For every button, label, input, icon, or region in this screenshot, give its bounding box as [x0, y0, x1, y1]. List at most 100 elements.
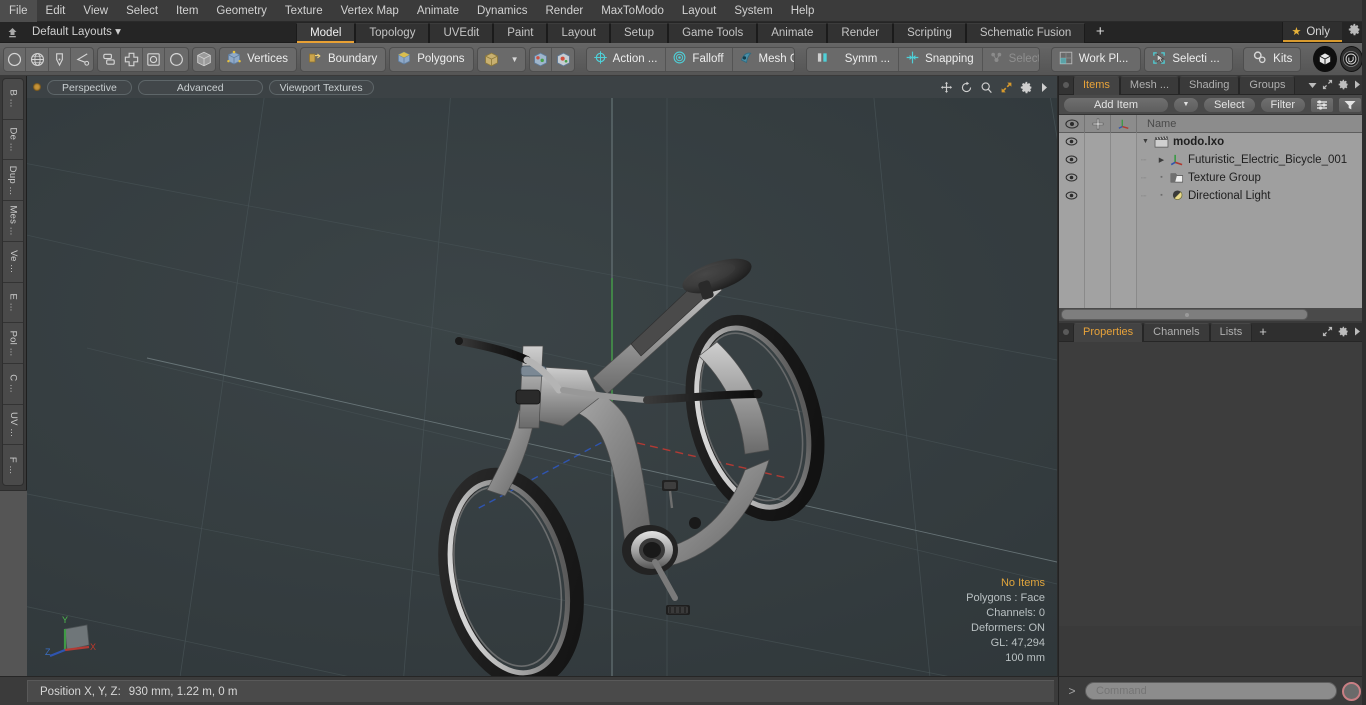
layout-tab-game-tools[interactable]: Game Tools	[668, 22, 758, 43]
eye-icon[interactable]	[1059, 186, 1085, 205]
kits-dropdown[interactable]: Kits	[1243, 46, 1302, 72]
left-tab-5[interactable]: E ...	[3, 283, 23, 324]
item-lock-cell[interactable]	[1085, 150, 1111, 169]
left-tab-8[interactable]: UV ...	[3, 405, 23, 446]
viewport-textures-dropdown[interactable]: Viewport Textures	[268, 79, 374, 95]
items-list-row-name-cell[interactable]: ▼ modo.lxo	[1137, 133, 1366, 151]
mirror-icon[interactable]	[98, 47, 121, 71]
gear-icon[interactable]	[1020, 81, 1033, 94]
eye-icon[interactable]	[1059, 114, 1085, 133]
item-locator-cell[interactable]	[1111, 186, 1137, 205]
items-panel-tab-mesh[interactable]: Mesh ...	[1119, 76, 1180, 94]
eye-icon[interactable]	[1059, 133, 1085, 151]
menu-item-geometry[interactable]: Geometry	[207, 0, 276, 22]
gear-icon[interactable]	[1338, 79, 1349, 93]
rotate-icon[interactable]	[960, 81, 973, 94]
layout-tab-scripting[interactable]: Scripting	[893, 22, 966, 43]
snapping-dropdown[interactable]: Snapping	[899, 47, 983, 71]
paint-cube-alt-icon[interactable]	[552, 48, 574, 71]
properties-menu-dot-icon[interactable]	[1059, 322, 1073, 341]
menu-item-system[interactable]: System	[725, 0, 781, 22]
curve-icon[interactable]	[71, 48, 93, 71]
chevron-right-icon[interactable]	[1354, 327, 1361, 339]
only-toggle[interactable]: ★ Only	[1282, 22, 1342, 42]
falloff-dropdown[interactable]: Falloff	[666, 47, 733, 71]
menu-item-maxtomodo[interactable]: MaxToModo	[592, 0, 673, 22]
items-panel-tab-shading[interactable]: Shading	[1179, 76, 1240, 94]
left-tab-7[interactable]: C ...	[3, 364, 23, 405]
funnel-icon[interactable]	[1338, 96, 1362, 113]
move-icon[interactable]	[940, 81, 953, 94]
selection-mode-polygons[interactable]: Polygons	[389, 46, 474, 72]
tree-expander-icon[interactable]: ▶	[1157, 156, 1166, 164]
left-tab-4[interactable]: Ve ...	[3, 242, 23, 283]
square-circle-icon[interactable]	[143, 47, 166, 71]
item-locator-cell[interactable]	[1111, 133, 1137, 151]
items-list-row[interactable]: ┈ ▶ Futuristic_Electric_Bicycle_001	[1059, 150, 1366, 169]
paint-cube-icon[interactable]	[530, 47, 552, 71]
cube-icon[interactable]	[191, 46, 217, 72]
command-input[interactable]	[1085, 682, 1337, 700]
list-options-icon[interactable]	[1310, 96, 1334, 113]
eye-icon[interactable]	[1059, 168, 1085, 187]
items-list-row[interactable]: ┈ ▪ Texture Group	[1059, 168, 1366, 187]
add-item-button[interactable]: Add Item	[1063, 96, 1169, 113]
items-panel-tab-items[interactable]: Items	[1073, 76, 1120, 95]
items-list[interactable]: ▼ modo.lxo ┈ ▶ Futuristic_Electric_Bicycle_0…	[1059, 133, 1366, 308]
items-horizontal-scrollbar[interactable]	[1061, 309, 1308, 320]
left-tab-2[interactable]: Dup ...	[3, 160, 23, 202]
default-layouts-dropdown[interactable]: Default Layouts ▾	[24, 22, 129, 43]
menu-item-render[interactable]: Render	[536, 0, 592, 22]
zoom-icon[interactable]	[980, 81, 993, 94]
selection-mode-boundary[interactable]: Boundary	[299, 46, 387, 72]
layout-tab-setup[interactable]: Setup	[610, 22, 669, 43]
chevron-right-icon[interactable]	[1354, 80, 1361, 92]
sphere-outline-icon[interactable]	[165, 48, 187, 71]
layout-tab-paint[interactable]: Paint	[493, 22, 548, 43]
globe-icon[interactable]	[26, 47, 49, 71]
chevron-down-icon[interactable]	[1308, 80, 1317, 92]
layout-tab-uvedit[interactable]: UVEdit	[429, 22, 494, 43]
selection-mode-vertices[interactable]: Vertices	[219, 46, 297, 72]
menu-item-help[interactable]: Help	[782, 0, 824, 22]
left-tab-6[interactable]: Pol ...	[3, 323, 23, 364]
symmetry-dropdown[interactable]: Symm ...	[806, 47, 900, 71]
mesh-constraint-dropdown[interactable]: Mesh C ...	[732, 47, 795, 71]
work-plane-dropdown[interactable]: Work Pl...	[1050, 46, 1142, 72]
left-tab-0[interactable]: B ...	[3, 79, 23, 120]
item-locator-cell[interactable]	[1111, 150, 1137, 169]
items-list-row-name-cell[interactable]: ┈ ▶ Futuristic_Electric_Bicycle_001	[1137, 150, 1366, 169]
select-through-dropdown[interactable]: Select T...	[982, 47, 1040, 71]
expand-icon[interactable]	[1322, 79, 1333, 93]
item-lock-cell[interactable]	[1085, 168, 1111, 187]
menu-item-texture[interactable]: Texture	[276, 0, 332, 22]
menu-item-layout[interactable]: Layout	[673, 0, 726, 22]
pen-icon[interactable]	[49, 47, 72, 71]
menu-item-vertex-map[interactable]: Vertex Map	[332, 0, 408, 22]
viewport-3d-canvas[interactable]: No Items Polygons : Face Channels: 0 Def…	[27, 98, 1057, 676]
layout-tab-schematic-fusion[interactable]: Schematic Fusion	[965, 22, 1086, 43]
expand-icon[interactable]	[1322, 326, 1333, 340]
eye-icon[interactable]	[1059, 150, 1085, 169]
left-tab-9[interactable]: F ...	[3, 445, 23, 485]
items-list-row[interactable]: ┈ ▪ Directional Light	[1059, 186, 1366, 205]
items-list-row[interactable]: ▼ modo.lxo	[1059, 133, 1366, 151]
layout-tab-model[interactable]: Model	[296, 22, 356, 43]
left-tab-1[interactable]: De ...	[3, 120, 23, 161]
menu-item-file[interactable]: File	[0, 0, 37, 22]
layout-tab-layout[interactable]: Layout	[547, 22, 610, 43]
selection-set-dropdown[interactable]: Selecti ...	[1144, 46, 1233, 72]
menu-item-dynamics[interactable]: Dynamics	[468, 0, 536, 22]
add-layout-tab-button[interactable]: +	[1085, 22, 1115, 42]
menu-item-edit[interactable]: Edit	[37, 0, 75, 22]
axis-locator-icon[interactable]	[1111, 114, 1137, 133]
item-lock-cell[interactable]	[1085, 133, 1111, 151]
items-list-row-name-cell[interactable]: ┈ ▪ Directional Light	[1137, 186, 1366, 205]
plus-icon[interactable]	[1085, 114, 1111, 133]
home-icon[interactable]	[0, 22, 24, 42]
layout-tab-topology[interactable]: Topology	[355, 22, 430, 43]
unreal-logo-icon[interactable]	[1339, 46, 1364, 72]
menu-item-view[interactable]: View	[74, 0, 117, 22]
chevron-down-icon[interactable]: ▼	[505, 55, 525, 64]
tree-expander-icon[interactable]: ▼	[1141, 138, 1150, 145]
